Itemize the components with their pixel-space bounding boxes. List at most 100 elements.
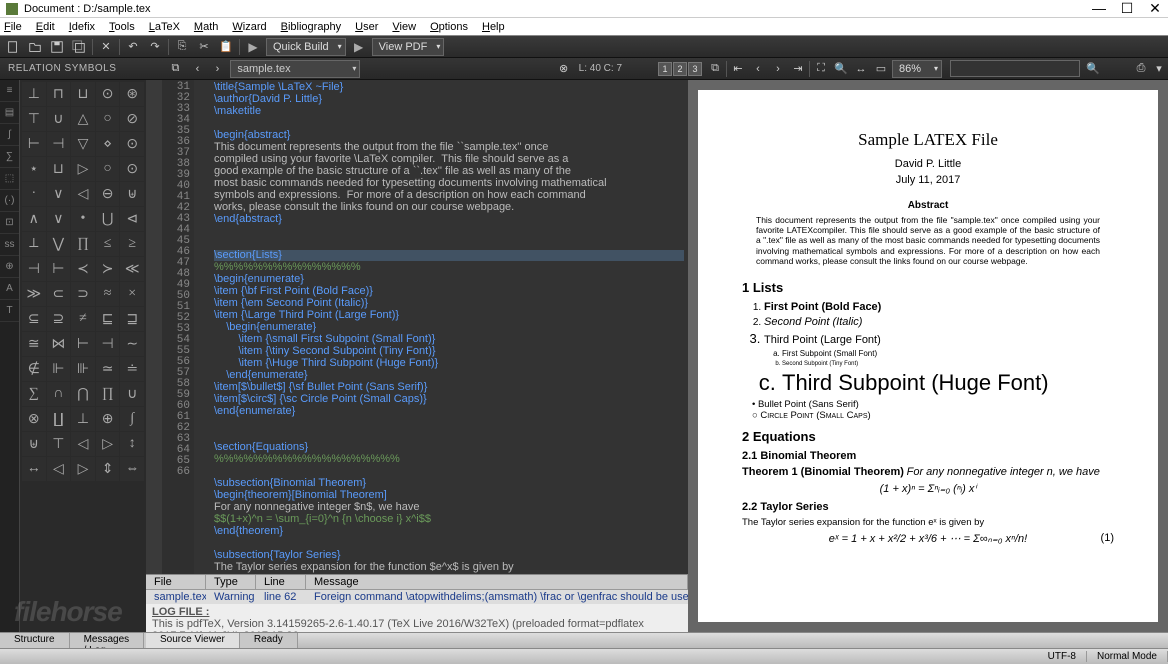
paste-icon[interactable]: 📋	[217, 38, 235, 56]
symbol-cell[interactable]: ⊃	[71, 282, 95, 306]
symbol-cell[interactable]: ≐	[120, 357, 144, 381]
symbol-cell[interactable]: ⊙	[96, 82, 120, 106]
symbol-cell[interactable]: ⋄	[96, 132, 120, 156]
symbol-cell[interactable]: △	[71, 107, 95, 131]
code-content[interactable]: \title{Sample \LaTeX ~File} \author{Davi…	[210, 80, 688, 574]
symbol-cell[interactable]: ▷	[71, 457, 95, 481]
log-col-line[interactable]: Line	[256, 575, 306, 589]
symbol-cell[interactable]: ∼	[120, 332, 144, 356]
close-doc-icon[interactable]: ✕	[97, 38, 115, 56]
symbol-cell[interactable]: ○	[96, 157, 120, 181]
symbol-cell[interactable]: ⊣	[22, 257, 46, 281]
bottom-tab-messages-log[interactable]: Messages / Log	[70, 633, 145, 648]
symbol-category[interactable]: ∫	[0, 124, 19, 146]
code-editor[interactable]: 31 32 33 34 35 36 37 38 39 40 41 42 43 4…	[146, 80, 688, 574]
log-row[interactable]: sample.tex Warning line 62 Foreign comma…	[146, 590, 688, 604]
symbol-cell[interactable]: ⊎	[22, 432, 46, 456]
panel-undock-icon[interactable]: ⧉	[166, 60, 184, 78]
symbol-cell[interactable]: ○	[96, 107, 120, 131]
save-all-icon[interactable]	[70, 38, 88, 56]
symbol-cell[interactable]: ⊑	[96, 307, 120, 331]
menu-view[interactable]: View	[392, 21, 416, 33]
menu-bibliography[interactable]: Bibliography	[281, 21, 342, 33]
symbol-cell[interactable]: ⊩	[47, 357, 71, 381]
symbol-cell[interactable]: ⊲	[120, 207, 144, 231]
symbol-cell[interactable]: ⊣	[47, 132, 71, 156]
symbol-cell[interactable]: ⊒	[120, 307, 144, 331]
symbol-cell[interactable]: ◁	[71, 182, 95, 206]
run-build-icon[interactable]: ▶	[244, 38, 262, 56]
new-file-icon[interactable]	[4, 38, 22, 56]
pdf-page-icon[interactable]: ▭	[872, 60, 890, 78]
symbol-cell[interactable]: ⊇	[47, 307, 71, 331]
symbol-cell[interactable]: ⊔	[47, 157, 71, 181]
pdf-zoom-icon[interactable]: 🔍	[832, 60, 850, 78]
symbol-cell[interactable]: ⋈	[47, 332, 71, 356]
symbol-cell[interactable]: ⋆	[22, 157, 46, 181]
symbol-cell[interactable]: ∪	[47, 107, 71, 131]
symbol-cell[interactable]: ⊕	[96, 407, 120, 431]
pdf-end-icon[interactable]: ⇥	[789, 60, 807, 78]
symbol-cell[interactable]: ▷	[71, 157, 95, 181]
maximize-button[interactable]: ☐	[1120, 0, 1134, 17]
symbol-cell[interactable]: ≠	[71, 307, 95, 331]
symbol-cell[interactable]: ⊤	[47, 432, 71, 456]
symbol-category[interactable]: ≡	[0, 80, 19, 102]
menu-user[interactable]: User	[355, 21, 378, 33]
bottom-tab-ready[interactable]: Ready	[240, 633, 298, 648]
pdf-page[interactable]: Sample LATEX File David P. Little July 1…	[698, 90, 1158, 622]
symbol-cell[interactable]: ≺	[71, 257, 95, 281]
symbol-category[interactable]: ⊡	[0, 212, 19, 234]
symbol-cell[interactable]: ⋁	[47, 232, 71, 256]
symbol-cell[interactable]: ◁	[47, 457, 71, 481]
symbol-cell[interactable]: ⋂	[71, 382, 95, 406]
symbol-cell[interactable]: ▷	[96, 432, 120, 456]
pdf-undock-icon[interactable]: ⧉	[706, 60, 724, 78]
symbol-cell[interactable]: ⊎	[120, 182, 144, 206]
symbol-cell[interactable]: •	[71, 207, 95, 231]
symbol-cell[interactable]: ↕	[120, 432, 144, 456]
symbol-cell[interactable]: ⊛	[120, 82, 144, 106]
symbol-cell[interactable]: ≥	[120, 232, 144, 256]
bottom-tab-source-viewer[interactable]: Source Viewer	[146, 633, 240, 648]
nav-back-icon[interactable]: ‹	[188, 60, 206, 78]
build-combo[interactable]: Quick Build	[266, 38, 346, 56]
symbol-category[interactable]: ▤	[0, 102, 19, 124]
page-number-2[interactable]: 2	[673, 62, 687, 76]
symbol-cell[interactable]: ≈	[96, 282, 120, 306]
symbol-cell[interactable]: ⊖	[96, 182, 120, 206]
log-col-message[interactable]: Message	[306, 575, 688, 589]
clear-icon[interactable]: ⊗	[555, 60, 573, 78]
pdf-next-icon[interactable]: ›	[769, 60, 787, 78]
symbol-cell[interactable]: ⇔	[120, 457, 144, 481]
nav-fwd-icon[interactable]: ›	[208, 60, 226, 78]
symbol-cell[interactable]: ∉	[22, 357, 46, 381]
symbol-cell[interactable]: ⋃	[96, 207, 120, 231]
pdf-search-icon[interactable]: 🔍	[1084, 60, 1102, 78]
symbol-cell[interactable]: ∨	[47, 207, 71, 231]
symbol-category[interactable]: A	[0, 278, 19, 300]
symbol-cell[interactable]: ⊤	[22, 107, 46, 131]
menu-idefix[interactable]: Idefix	[69, 21, 95, 33]
cut-icon[interactable]: ✂	[195, 38, 213, 56]
symbol-cell[interactable]: ×	[120, 282, 144, 306]
menu-tools[interactable]: Tools	[109, 21, 135, 33]
bottom-tab-structure[interactable]: Structure	[0, 633, 70, 648]
undo-icon[interactable]: ↶	[124, 38, 142, 56]
symbol-cell[interactable]: ∨	[47, 182, 71, 206]
symbol-cell[interactable]: ⟂	[22, 232, 46, 256]
minimize-button[interactable]: —	[1092, 0, 1106, 17]
run-view-icon[interactable]: ▶	[350, 38, 368, 56]
symbol-cell[interactable]: ∏	[96, 382, 120, 406]
symbol-cell[interactable]: ⊢	[47, 257, 71, 281]
menu-edit[interactable]: Edit	[36, 21, 55, 33]
pdf-menu-icon[interactable]: ▾	[1150, 60, 1168, 78]
symbol-category[interactable]: ss	[0, 234, 19, 256]
symbol-cell[interactable]: ⊗	[22, 407, 46, 431]
symbol-category[interactable]: T	[0, 300, 19, 322]
pdf-fit-icon[interactable]: ⛶	[812, 60, 830, 78]
symbol-category[interactable]: (·)	[0, 190, 19, 212]
symbol-category[interactable]: ∑	[0, 146, 19, 168]
symbol-cell[interactable]: ≃	[96, 357, 120, 381]
save-icon[interactable]	[48, 38, 66, 56]
